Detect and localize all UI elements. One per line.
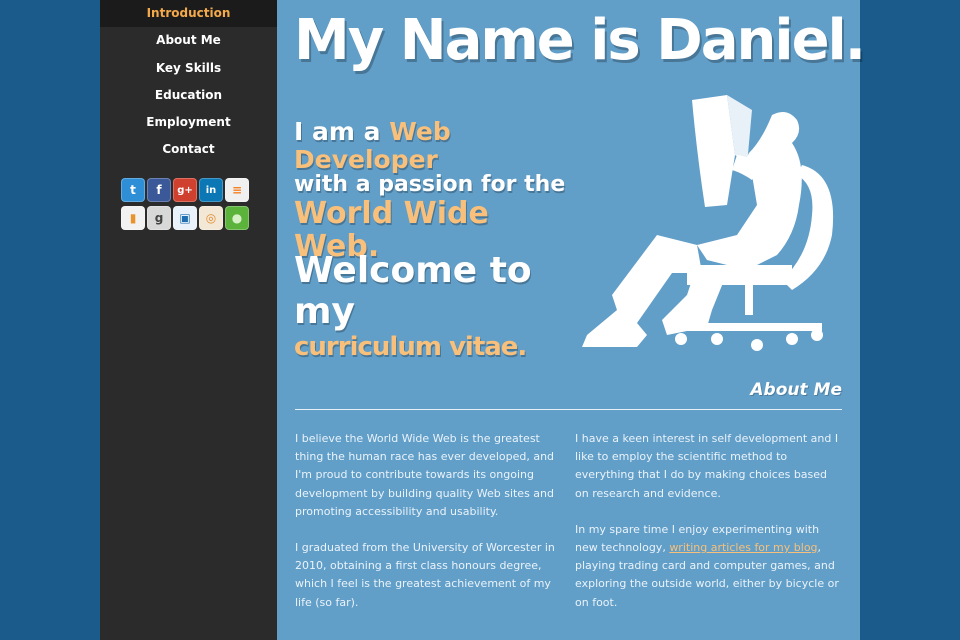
stackoverflow-icon[interactable]: ≡ <box>225 178 249 202</box>
linkedin-icon[interactable]: in <box>199 178 223 202</box>
sidebar-nav: Introduction About Me Key Skills Educati… <box>100 0 277 164</box>
goodreads-icon[interactable]: g <box>147 206 171 230</box>
page-title: My Name is Daniel. <box>294 8 866 73</box>
tagline-line-1: I am a Web Developer <box>294 118 584 173</box>
social-icons-row-1: t f g+ in ≡ <box>121 178 261 202</box>
nav-item-key-skills[interactable]: Key Skills <box>100 55 277 82</box>
main-content: My Name is Daniel. I am a Web Developer … <box>277 0 866 640</box>
about-paragraph: I graduated from the University of Worce… <box>295 541 555 609</box>
twitter-icon[interactable]: t <box>121 178 145 202</box>
reading-man-silhouette <box>582 95 834 351</box>
social-icons-row-2: ▮ g ▣ ◎ ● <box>121 206 261 230</box>
leaf-icon[interactable]: ● <box>225 206 249 230</box>
sidebar: Introduction About Me Key Skills Educati… <box>100 0 277 640</box>
nav-item-employment[interactable]: Employment <box>100 109 277 136</box>
section-divider <box>295 409 842 410</box>
welcome-line-2: curriculum vitae. <box>294 331 527 362</box>
target-icon[interactable]: ◎ <box>199 206 223 230</box>
about-column-right: I have a keen interest in self developme… <box>575 430 843 630</box>
rss-icon[interactable]: ▮ <box>121 206 145 230</box>
about-column-left: I believe the World Wide Web is the grea… <box>295 430 563 630</box>
about-paragraph: In my spare time I enjoy experimenting w… <box>575 521 843 612</box>
tagline-prefix: I am a <box>294 117 390 146</box>
welcome-line-1: Welcome to my <box>294 250 532 333</box>
hero-tagline: I am a Web Developer with a passion for … <box>294 118 584 263</box>
nav-item-about-me[interactable]: About Me <box>100 27 277 54</box>
google-plus-icon[interactable]: g+ <box>173 178 197 202</box>
about-paragraph: I believe the World Wide Web is the grea… <box>295 432 555 518</box>
nav-item-contact[interactable]: Contact <box>100 136 277 163</box>
tagline-line-2: with a passion for the <box>294 172 566 197</box>
welcome-text: Welcome to my curriculum vitae. <box>294 250 584 363</box>
nav-item-introduction[interactable]: Introduction <box>100 0 277 28</box>
blog-link[interactable]: writing articles for my blog <box>669 541 817 554</box>
nav-item-education[interactable]: Education <box>100 82 277 109</box>
about-section-title: About Me <box>750 380 842 400</box>
facebook-icon[interactable]: f <box>147 178 171 202</box>
stack-icon[interactable]: ▣ <box>173 206 197 230</box>
social-icons: t f g+ in ≡ ▮ g ▣ ◎ ● <box>121 178 261 234</box>
about-paragraph: I have a keen interest in self developme… <box>575 432 839 500</box>
